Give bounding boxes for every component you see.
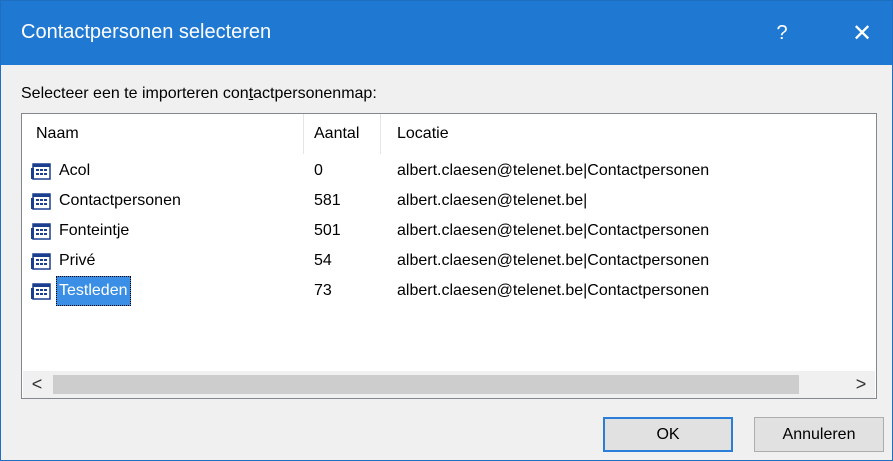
column-header-location[interactable]: Locatie (381, 114, 876, 154)
contact-folder-icon (30, 190, 52, 212)
list-item[interactable]: Fonteintje 501 albert.claesen@telenet.be|C… (22, 216, 876, 246)
cancel-button[interactable]: Annuleren (754, 417, 884, 452)
ok-button[interactable]: OK (603, 417, 733, 452)
item-count: 0 (314, 162, 323, 179)
title-bar[interactable]: Contactpersonen selecteren ? ✕ (1, 1, 892, 65)
item-count: 73 (314, 282, 332, 299)
horizontal-scrollbar[interactable]: < > (23, 371, 875, 398)
select-contacts-dialog: Contactpersonen selecteren ? ✕ Selecteer… (0, 0, 893, 461)
folder-location: albert.claesen@telenet.be|Contactpersone… (397, 252, 710, 269)
scrollbar-thumb[interactable] (53, 375, 799, 394)
folder-location: albert.claesen@telenet.be|Contactpersone… (397, 162, 710, 179)
contact-folder-icon (30, 280, 52, 302)
folder-location: albert.claesen@telenet.be|Contactpersone… (397, 282, 710, 299)
scroll-right-icon[interactable]: > (847, 371, 875, 398)
contacts-folder-list[interactable]: Naam Aantal Locatie Acol 0 albert.claesen@… (21, 113, 877, 399)
instruction-text-start: Selecteer een te importeren con (21, 85, 249, 102)
column-header-name[interactable]: Naam (22, 114, 303, 154)
list-item[interactable]: Testleden 73 albert.claesen@telenet.be|Con… (22, 276, 876, 306)
list-item[interactable]: Acol 0 albert.claesen@telenet.be|Contactpe… (22, 156, 876, 186)
folder-location: albert.claesen@telenet.be|Contactpersone… (397, 222, 710, 239)
folder-name: Fonteintje (59, 222, 130, 239)
instruction-label: Selecteer een te importeren contactperso… (21, 85, 377, 103)
scroll-left-icon[interactable]: < (23, 371, 51, 398)
item-count: 581 (314, 192, 341, 209)
list-item[interactable]: Contactpersonen 581 albert.claesen@telenet… (22, 186, 876, 216)
contact-folder-icon (30, 160, 52, 182)
folder-name: Privé (59, 252, 96, 269)
instruction-text-end: actpersonenmap: (253, 85, 377, 102)
folder-name: Contactpersonen (59, 192, 181, 209)
folder-name: Acol (59, 162, 91, 179)
dialog-title: Contactpersonen selecteren (21, 21, 272, 43)
item-count: 501 (314, 222, 341, 239)
close-button[interactable]: ✕ (839, 1, 885, 65)
help-button[interactable]: ? (759, 1, 805, 65)
folder-name: Testleden (56, 276, 131, 306)
item-count: 54 (314, 252, 332, 269)
folder-location: albert.claesen@telenet.be| (397, 192, 588, 209)
column-header-count[interactable]: Aantal (304, 114, 380, 154)
contact-folder-icon (30, 220, 52, 242)
list-item[interactable]: Privé 54 albert.claesen@telenet.be|Contact… (22, 246, 876, 276)
contact-folder-icon (30, 250, 52, 272)
list-header: Naam Aantal Locatie (22, 114, 876, 154)
